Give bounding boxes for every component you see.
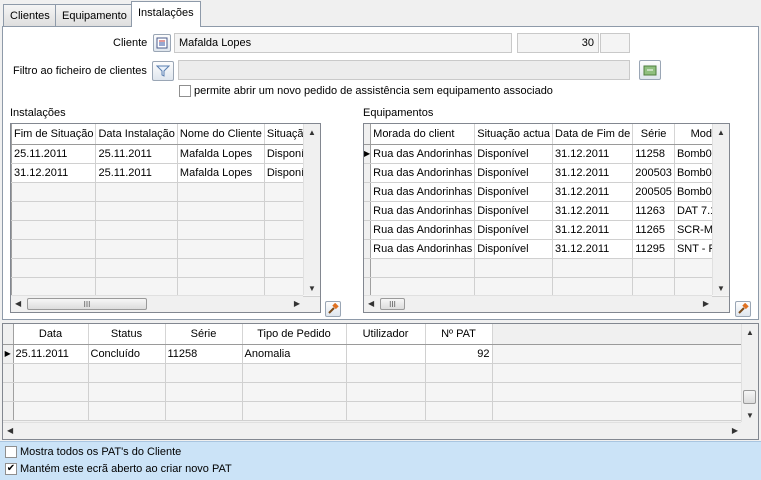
filter-field[interactable]	[178, 60, 630, 80]
table-row[interactable]: ▶ Rua das Andorinhas Disponível 31.12.20…	[364, 144, 729, 164]
scroll-down-arrow[interactable]: ▼	[717, 284, 725, 293]
empty-row	[364, 277, 729, 297]
col-data-fim[interactable]: Data de Fim de	[552, 124, 634, 145]
scroll-down-arrow[interactable]: ▼	[308, 284, 316, 293]
refresh-icon	[643, 65, 657, 76]
empty-row	[3, 401, 742, 421]
pat-vscroll[interactable]: ▲ ▼	[741, 324, 758, 422]
equipamentos-hscroll[interactable]: ◀ III ▶	[364, 295, 712, 312]
scroll-thumb[interactable]	[743, 390, 756, 404]
col-nome-cliente[interactable]: Nome do Cliente	[177, 124, 265, 145]
filter-button[interactable]	[152, 61, 174, 81]
edit-instalacoes-button[interactable]	[325, 301, 341, 317]
col-status[interactable]: Status	[88, 324, 166, 345]
empty-row	[11, 182, 320, 202]
scroll-right-arrow[interactable]: ▶	[703, 299, 709, 308]
scroll-left-arrow[interactable]: ◀	[15, 299, 21, 308]
empty-row	[364, 258, 729, 278]
scroll-right-arrow[interactable]: ▶	[294, 299, 300, 308]
hammer-icon	[328, 303, 339, 314]
table-row[interactable]: Rua das Andorinhas Disponível 31.12.2011…	[364, 220, 729, 240]
keep-open-checkbox[interactable]: ✔	[5, 463, 17, 475]
checkmark-icon: ✔	[6, 463, 16, 474]
empty-row	[11, 277, 320, 297]
list-icon	[156, 37, 168, 49]
col-data[interactable]: Data	[13, 324, 89, 345]
hammer-icon	[738, 303, 749, 314]
col-tipo-pedido[interactable]: Tipo de Pedido	[242, 324, 347, 345]
allow-no-equipment-checkbox[interactable]	[179, 85, 191, 97]
options-bar: Mostra todos os PAT's do Cliente ✔ Manté…	[0, 441, 761, 480]
current-row-pointer-icon: ▶	[3, 344, 14, 364]
table-row[interactable]: Rua das Andorinhas Disponível 31.12.2011…	[364, 163, 729, 183]
tab-equipamento[interactable]: Equipamento	[55, 4, 134, 26]
pat-table: Data Status Série Tipo de Pedido Utiliza…	[3, 324, 742, 421]
col-fim-situacao[interactable]: Fim de Situação	[11, 124, 97, 145]
table-row[interactable]: 31.12.2011 25.11.2011 Mafalda Lopes Disp…	[11, 163, 320, 183]
table-row[interactable]: Rua das Andorinhas Disponível 31.12.2011…	[364, 182, 729, 202]
scroll-thumb[interactable]: III	[27, 298, 147, 310]
cliente-label: Cliente	[113, 37, 148, 49]
show-all-pats-label: Mostra todos os PAT's do Cliente	[20, 446, 182, 458]
instalacoes-title: Instalações	[10, 107, 66, 119]
tab-clientes[interactable]: Clientes	[3, 4, 57, 26]
empty-row	[11, 220, 320, 240]
empty-row	[11, 239, 320, 259]
col-utilizador[interactable]: Utilizador	[346, 324, 426, 345]
filter-icon	[156, 65, 170, 77]
col-n-pat[interactable]: Nº PAT	[425, 324, 493, 345]
empty-row	[3, 382, 742, 402]
scroll-right-arrow[interactable]: ▶	[732, 426, 738, 435]
scroll-up-arrow[interactable]: ▲	[308, 128, 316, 137]
instalacoes-vscroll[interactable]: ▲ ▼	[303, 124, 320, 295]
apply-filter-button[interactable]	[639, 60, 661, 80]
pat-hscroll[interactable]: ◀ ▶	[3, 422, 741, 439]
equipamentos-table: Morada do client Situação actua Data de …	[364, 124, 729, 297]
tab-panel-instalacoes: Cliente Mafalda Lopes 30 Filtro ao fiche…	[2, 26, 759, 320]
keep-open-label: Mantém este ecrã aberto ao criar novo PA…	[20, 463, 232, 475]
row-indicator-header	[3, 324, 14, 345]
header-filler	[492, 324, 742, 345]
instalacoes-hscroll[interactable]: ◀ III ▶	[11, 295, 303, 312]
current-row-pointer-icon: ▶	[364, 144, 372, 164]
table-row[interactable]: Rua das Andorinhas Disponível 31.12.2011…	[364, 201, 729, 221]
col-situacao-actual[interactable]: Situação actua	[474, 124, 554, 145]
scroll-left-arrow[interactable]: ◀	[7, 426, 13, 435]
cliente-number-field[interactable]: 30	[517, 33, 599, 53]
show-all-pats-checkbox[interactable]	[5, 446, 17, 458]
instalacoes-table: Fim de Situação Data Instalação Nome do …	[11, 124, 320, 297]
table-row[interactable]: Rua das Andorinhas Disponível 31.12.2011…	[364, 239, 729, 259]
instalacoes-grid: Fim de Situação Data Instalação Nome do …	[10, 123, 321, 313]
empty-row	[3, 363, 742, 383]
edit-equipamentos-button[interactable]	[735, 301, 751, 317]
col-data-instalacao[interactable]: Data Instalação	[95, 124, 178, 145]
scroll-up-arrow[interactable]: ▲	[717, 128, 725, 137]
pat-grid: Data Status Série Tipo de Pedido Utiliza…	[2, 323, 759, 440]
equipamentos-vscroll[interactable]: ▲ ▼	[712, 124, 729, 295]
client-list-button[interactable]	[153, 34, 171, 52]
col-serie[interactable]: Série	[632, 124, 675, 145]
equipamentos-title: Equipamentos	[363, 107, 434, 119]
scroll-up-arrow[interactable]: ▲	[746, 328, 754, 337]
col-morada-cliente[interactable]: Morada do client	[370, 124, 476, 145]
cliente-name-field[interactable]: Mafalda Lopes	[174, 33, 512, 53]
row-indicator-header	[364, 124, 372, 145]
scroll-left-arrow[interactable]: ◀	[368, 299, 374, 308]
scroll-thumb[interactable]: III	[380, 298, 405, 310]
allow-no-equipment-label: permite abrir um novo pedido de assistên…	[194, 85, 553, 97]
equipamentos-grid: Morada do client Situação actua Data de …	[363, 123, 730, 313]
cliente-extra-field	[600, 33, 630, 53]
empty-row	[11, 258, 320, 278]
table-row[interactable]: 25.11.2011 25.11.2011 Mafalda Lopes Disp…	[11, 144, 320, 164]
table-row[interactable]: ▶ 25.11.2011 Concluído 11258 Anomalia 92	[3, 344, 742, 364]
scroll-down-arrow[interactable]: ▼	[746, 411, 754, 420]
empty-row	[11, 201, 320, 221]
filter-label: Filtro ao ficheiro de clientes	[13, 65, 147, 77]
col-serie[interactable]: Série	[165, 324, 243, 345]
tab-instalacoes[interactable]: Instalações	[131, 1, 201, 27]
